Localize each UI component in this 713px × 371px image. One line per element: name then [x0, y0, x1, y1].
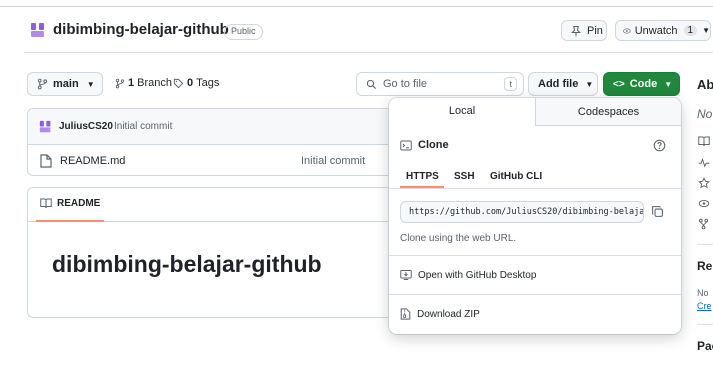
protocol-tabs-divider: [389, 188, 681, 189]
tags-link[interactable]: 0 Tags: [173, 77, 219, 89]
open-with-desktop-label: Open with GitHub Desktop: [418, 269, 537, 281]
download-zip-label: Download ZIP: [417, 308, 480, 320]
clone-url-value: https://github.com/JuliusCS20/dibimbing-…: [409, 207, 644, 217]
book-icon: [40, 198, 52, 209]
chevron-down-icon: ▼: [585, 79, 594, 89]
add-file-button[interactable]: Add file ▼: [528, 72, 598, 96]
go-to-file-input[interactable]: Go to file t: [356, 72, 524, 96]
watch-count: 1: [683, 25, 698, 36]
file-commit-message[interactable]: Initial commit: [301, 155, 365, 167]
protocol-tab-github-cli[interactable]: GitHub CLI: [490, 171, 542, 182]
chevron-down-icon: ▼: [86, 79, 95, 89]
copy-icon[interactable]: [651, 205, 664, 218]
file-name[interactable]: README.md: [60, 155, 125, 167]
desktop-download-icon: [400, 270, 412, 280]
pin-button[interactable]: Pin: [561, 20, 607, 41]
branch-icon: [37, 78, 48, 90]
add-file-label: Add file: [538, 78, 579, 90]
clone-popover: Local Codespaces Clone HTTPS SSH GitHub …: [389, 98, 681, 334]
readme-heading: dibimbing-belajar-github: [52, 251, 322, 277]
code-brackets-icon: <>: [613, 78, 625, 90]
open-with-desktop-item[interactable]: Open with GitHub Desktop: [400, 269, 536, 281]
help-icon[interactable]: [653, 139, 666, 152]
shortcut-key-hint: t: [504, 77, 517, 91]
code-label: Code: [629, 78, 658, 90]
file-icon: [40, 154, 52, 168]
fork-icon: [698, 218, 709, 230]
file-list: JuliusCS20 Initial commit README.md Init…: [27, 108, 407, 176]
pulse-icon: [698, 158, 710, 168]
go-to-file-placeholder: Go to file: [383, 78, 428, 90]
branch-selector[interactable]: main ▼: [27, 72, 103, 96]
no-releases-text: No: [697, 288, 709, 298]
clone-tabs: Local Codespaces: [389, 98, 681, 126]
sidebar-divider: [697, 324, 713, 325]
book-icon: [698, 136, 710, 147]
download-zip-item[interactable]: Download ZIP: [400, 308, 480, 320]
tag-icon: [173, 78, 184, 88]
about-heading: Ab: [697, 77, 713, 92]
commit-message[interactable]: Initial commit: [114, 121, 172, 132]
protocol-tab-https[interactable]: HTTPS: [406, 171, 439, 182]
branches-link[interactable]: 1 Branch: [115, 77, 172, 89]
branches-label: Branch: [137, 77, 172, 89]
chevron-down-icon: ▼: [664, 79, 673, 89]
table-row[interactable]: README.md Initial commit: [28, 146, 406, 175]
file-zip-icon: [400, 308, 411, 320]
search-icon: [366, 79, 377, 89]
clone-hint: Clone using the web URL.: [400, 233, 517, 244]
top-border: [0, 6, 713, 7]
clone-section-title: Clone: [400, 139, 449, 151]
tab-codespaces[interactable]: Codespaces: [535, 98, 681, 126]
star-icon: [698, 177, 710, 189]
commit-author[interactable]: JuliusCS20: [59, 121, 113, 132]
unwatch-label: Unwatch: [634, 24, 678, 37]
create-release-link[interactable]: Cre: [697, 301, 712, 311]
clone-url-input[interactable]: https://github.com/JuliusCS20/dibimbing-…: [400, 201, 644, 223]
protocol-tab-ssh[interactable]: SSH: [454, 171, 475, 182]
author-avatar-icon[interactable]: [39, 120, 52, 133]
branch-name: main: [53, 78, 79, 90]
clone-label: Clone: [418, 139, 449, 151]
readme-tab[interactable]: README: [40, 198, 100, 209]
tags-count: 0: [187, 77, 194, 89]
packages-heading: Pac: [697, 339, 713, 353]
terminal-icon: [400, 140, 412, 150]
branches-count: 1: [128, 77, 135, 89]
code-button[interactable]: <> Code ▼: [603, 72, 680, 96]
tags-label: Tags: [196, 77, 220, 89]
sidebar-divider: [697, 244, 713, 245]
eye-icon: [698, 199, 710, 208]
branch-icon: [115, 78, 125, 88]
repo-owner-avatar-icon: [31, 23, 44, 37]
chevron-down-icon: ▼: [702, 26, 710, 35]
tab-local[interactable]: Local: [389, 98, 535, 126]
eye-icon: [623, 28, 631, 33]
popover-divider: [389, 255, 681, 256]
pin-icon: [570, 25, 582, 36]
repo-name-link[interactable]: dibimbing-belajar-github: [53, 21, 229, 38]
unwatch-button[interactable]: Unwatch 1 ▼: [615, 20, 711, 41]
pin-label: Pin: [587, 24, 603, 37]
popover-divider: [389, 294, 681, 295]
about-description: No: [697, 107, 713, 121]
header-divider: [24, 52, 713, 53]
readme-tab-underline: [36, 220, 104, 222]
releases-heading: Rel: [697, 259, 713, 273]
visibility-badge: Public: [224, 24, 263, 40]
readme-tab-label: README: [57, 198, 101, 209]
readme-panel: README dibimbing-belajar-github: [27, 187, 407, 318]
